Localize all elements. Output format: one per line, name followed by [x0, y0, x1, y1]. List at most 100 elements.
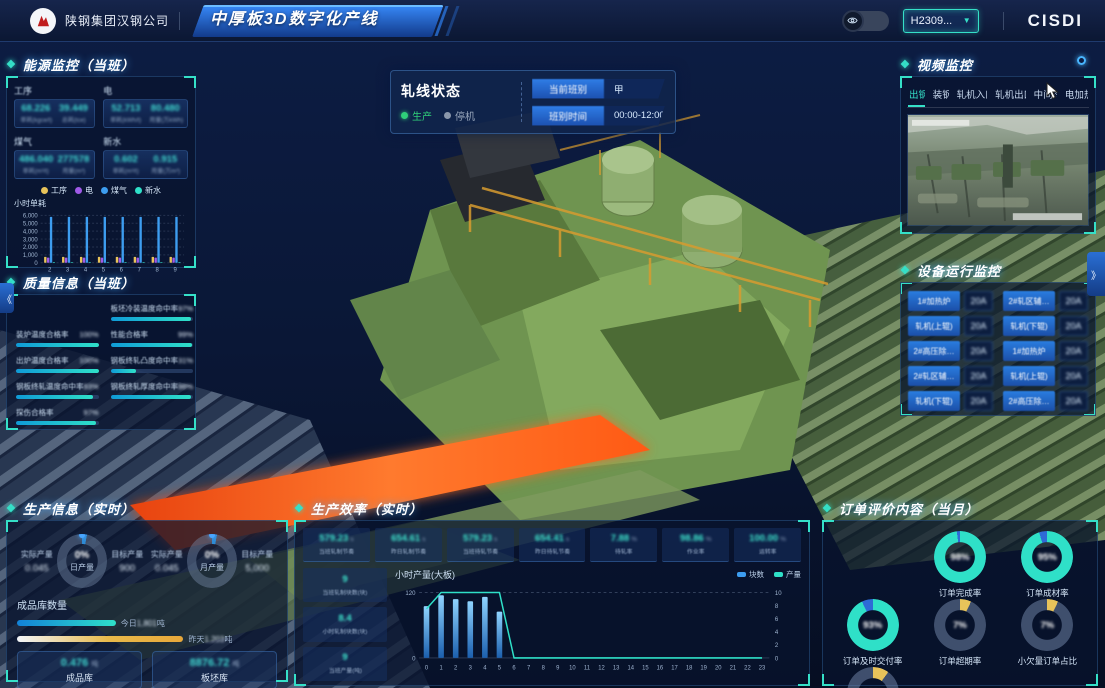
quality-item: 性能合格率 99% — [111, 329, 194, 347]
side-stat-label: 小时轧制块数(块) — [323, 626, 368, 635]
warehouse-value: 0.476 — [61, 657, 89, 669]
video-camera-tab[interactable]: 出钢 — [908, 85, 925, 107]
equipment-row: 轧机(下辊) 20A — [1003, 316, 1088, 336]
quality-progress-track — [16, 421, 99, 425]
equipment-row: 轧机(下辊) 20A — [908, 391, 993, 411]
hourly-chart-legend: 块数 产量 — [737, 569, 801, 580]
svg-text:8: 8 — [775, 603, 779, 610]
stopped-label: 停机 — [455, 108, 475, 123]
order-donut-label: 订单及时交付率 — [843, 655, 903, 667]
side-stat-box: 9 当班产量(吨) — [303, 647, 387, 681]
efficiency-side-stats: 9 当班轧制块数(块) 8.4 小时轧制块数(块) 9 当班产量(吨) — [303, 568, 387, 681]
gauge-name: 日产量 — [70, 562, 94, 573]
equipment-current-value: 20A — [1059, 341, 1088, 361]
quality-item: 出炉温度合格率 100% — [16, 355, 99, 373]
svg-text:6: 6 — [512, 665, 516, 671]
order-donut: 10% 赔付订单占比 — [829, 667, 916, 688]
order-donut: 7% 小欠量订单占比 — [1004, 599, 1091, 667]
stopped-dot-icon — [444, 112, 451, 119]
equipment-label-chip: 1#加热炉 — [908, 291, 960, 311]
energy-value: 52.713 — [108, 103, 143, 114]
inventory-bar-value: 1,801 — [137, 619, 157, 628]
legend-item: 产量 — [774, 569, 801, 580]
legend-swatch — [774, 572, 783, 577]
side-stat-value: 8.4 — [338, 613, 351, 624]
target-output-value: 5,000 — [237, 563, 277, 574]
shift-value: 甲 — [604, 79, 665, 99]
hourly-output-chart: 0120024681001234567891011121314151617181… — [395, 581, 801, 681]
svg-text:5: 5 — [498, 665, 502, 671]
collapse-left-tab[interactable]: 《 — [0, 283, 14, 313]
quality-value: 99% — [178, 330, 193, 339]
quality-progress-fill — [16, 395, 93, 399]
energy-unit-label: 单耗(kWh/t) — [110, 114, 143, 123]
order-donut-percent: 7% — [934, 599, 986, 651]
stat-value: 98.86 — [680, 533, 704, 544]
equipment-row: 2#高压除… 20A — [908, 341, 993, 361]
quality-progress-fill — [111, 369, 137, 373]
equipment-row: 轧机(上辊) 20A — [908, 316, 993, 336]
video-tab-bar: 出钢 装钢 轧机入口 轧机出口 中间冷 电加热 — [907, 82, 1089, 108]
order-donut-label: 订单完成率 — [939, 587, 982, 599]
stat-value: 654.41 — [535, 533, 564, 544]
energy-value: 80.480 — [148, 103, 183, 114]
legend-dot — [75, 187, 82, 194]
svg-text:4: 4 — [775, 629, 779, 636]
stat-label: 运转率 — [759, 547, 777, 556]
order-donut: 93% 订单及时交付率 — [829, 599, 916, 667]
quality-progress-fill — [16, 369, 99, 373]
svg-text:0: 0 — [412, 655, 416, 662]
equipment-current-value: 20A — [1059, 366, 1088, 386]
energy-card: 煤气 486.040 单耗(m³/t) 277578 用量(m³) — [14, 134, 95, 179]
stat-value: 100.00 — [749, 533, 778, 544]
warehouse-unit: 吨 — [232, 661, 239, 668]
order-donut-percent: 95% — [1021, 531, 1073, 583]
quality-label: 装炉温度合格率 — [16, 329, 69, 340]
svg-text:16: 16 — [657, 665, 664, 671]
diamond-icon: ❖ — [822, 502, 833, 515]
diamond-icon: ❖ — [6, 58, 17, 71]
visibility-toggle[interactable] — [843, 11, 889, 31]
cctv-frame[interactable] — [907, 114, 1089, 226]
svg-text:2,000: 2,000 — [23, 245, 39, 251]
equipment-current-value: 20A — [1059, 316, 1088, 336]
running-label: 生产 — [412, 108, 432, 123]
video-camera-tab[interactable]: 轧机出口 — [994, 85, 1026, 107]
equipment-row: 1#加热炉 20A — [1003, 341, 1088, 361]
video-camera-tab[interactable]: 轧机入口 — [956, 85, 988, 107]
svg-text:4,000: 4,000 — [23, 229, 39, 235]
efficiency-stat-card: 579.23s 当班待轧节奏 — [447, 528, 514, 562]
energy-unit-label: 单耗(m³/t) — [20, 165, 51, 174]
actual-output-label: 实际产量 — [147, 549, 187, 560]
energy-value: 277578 — [57, 154, 91, 165]
video-camera-tab[interactable]: 装钢 — [932, 85, 949, 107]
status-legend-stopped: 停机 — [444, 108, 475, 123]
svg-text:19: 19 — [700, 665, 707, 671]
svg-text:22: 22 — [744, 665, 751, 671]
energy-unit-label: 用量(m³) — [58, 165, 89, 174]
energy-group-name: 煤气 — [14, 135, 95, 148]
equipment-label-chip: 1#加热炉 — [1003, 341, 1055, 361]
daily-output-gauge: 0% 日产量 — [57, 534, 108, 588]
video-camera-tab[interactable]: 电加热 — [1064, 85, 1088, 107]
collapse-right-tab[interactable]: 》 — [1087, 252, 1105, 296]
legend-item: 煤气 — [101, 185, 127, 196]
order-donut: 98% 订单完成率 — [916, 531, 1003, 599]
efficiency-stat-card: 654.41s 昨日待轧节奏 — [519, 528, 586, 562]
inventory-bar-unit: 吨 — [157, 619, 165, 628]
energy-value: 486.040 — [19, 154, 53, 165]
stat-unit: s — [566, 536, 569, 543]
warehouse-unit: 吨 — [91, 661, 98, 668]
decor-slash — [446, 6, 460, 36]
legend-item: 块数 — [737, 569, 764, 580]
quality-item: 板坯冷装温度命中率 97% — [111, 303, 194, 321]
legend-dot — [135, 187, 142, 194]
legend-dot — [101, 187, 108, 194]
svg-text:5,000: 5,000 — [23, 222, 39, 228]
video-settings-icon[interactable] — [1077, 56, 1086, 65]
svg-text:14: 14 — [627, 665, 634, 671]
energy-unit-label: 单耗(kgce/t) — [20, 114, 51, 123]
quality-value: 98% — [178, 382, 193, 391]
line-selector-dropdown[interactable]: H2309... ▼ — [903, 9, 979, 33]
stat-value: 654.61 — [391, 533, 420, 544]
